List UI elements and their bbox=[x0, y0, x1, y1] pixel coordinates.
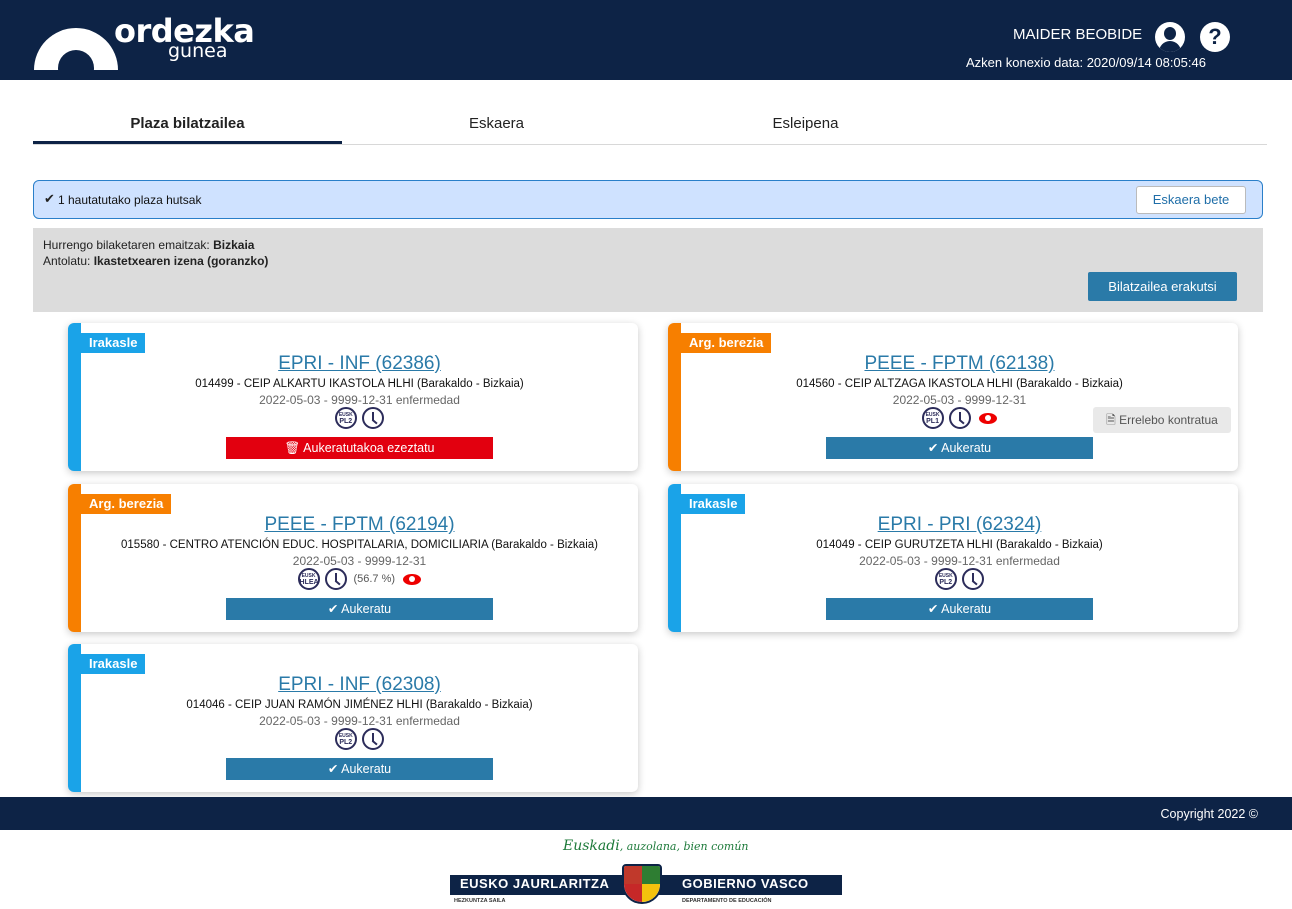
vacancy-dates: 2022-05-03 - 9999-12-31 bbox=[292, 554, 427, 568]
vacancy-card: Irakasle EPRI - INF (62308) 014046 - CEI… bbox=[68, 644, 638, 792]
vacancy-card: Irakasle EPRI - PRI (62324) 014049 - CEI… bbox=[668, 484, 1238, 632]
coat-of-arms-icon bbox=[622, 864, 662, 904]
card-type-tag: Irakasle bbox=[681, 494, 746, 514]
eye-icon[interactable] bbox=[403, 573, 422, 585]
school-name: 014560 - CEIP ALTZAGA IKASTOLA HLHI (Bar… bbox=[796, 378, 1123, 390]
gov-name-basque: EUSKO JAURLARITZA bbox=[460, 876, 610, 891]
card-type-tag: Arg. berezia bbox=[681, 333, 772, 353]
errelebo-kontratua-button[interactable]: 🗎 Errelebo kontratua bbox=[1093, 407, 1231, 433]
tab-esleipena[interactable]: Esleipena bbox=[651, 104, 960, 144]
vacancy-card: Irakasle EPRI - INF (62386) 014499 - CEI… bbox=[68, 323, 638, 471]
card-icons: EUSK PL2 bbox=[81, 728, 638, 750]
eye-icon[interactable] bbox=[979, 412, 998, 424]
card-stripe bbox=[68, 484, 81, 632]
language-profile-icon: EUSK PL1 bbox=[921, 407, 944, 429]
vacancy-dates: 2022-05-03 - 9999-12-31 enfermedad bbox=[259, 393, 460, 407]
vacancy-card: Arg. berezia PEEE - FPTM (62194) 015580 … bbox=[68, 484, 638, 632]
app-header: ordezka gunea MAIDER BEOBIDE ? Azken kon… bbox=[0, 0, 1292, 80]
vacancy-code-link[interactable]: EPRI - INF (62386) bbox=[81, 353, 638, 375]
help-icon[interactable]: ? bbox=[1200, 22, 1230, 52]
vacancy-code-link[interactable]: PEEE - FPTM (62194) bbox=[81, 514, 638, 536]
vacancy-code-link[interactable]: EPRI - INF (62308) bbox=[81, 674, 638, 696]
vacancy-card: Arg. berezia PEEE - FPTM (62138) 014560 … bbox=[668, 323, 1238, 471]
language-profile-icon: EUSK PL2 bbox=[934, 568, 957, 590]
school-name: 014499 - CEIP ALKARTU IKASTOLA HLHI (Bar… bbox=[195, 378, 524, 390]
select-button[interactable]: ✔ Aukeratu bbox=[826, 437, 1093, 459]
percentage-text: (56.7 %) bbox=[353, 573, 396, 585]
vacancy-dates: 2022-05-03 - 9999-12-31 enfermedad bbox=[859, 554, 1060, 568]
sort-label: Antolatu: bbox=[43, 254, 94, 268]
gov-name-spanish: GOBIERNO VASCO bbox=[682, 876, 809, 891]
motto-rest: , auzolana, bien común bbox=[619, 840, 749, 853]
vacancy-code-link[interactable]: PEEE - FPTM (62138) bbox=[681, 353, 1238, 375]
user-profile-icon[interactable] bbox=[1155, 22, 1185, 52]
show-search-button[interactable]: Bilatzailea erakutsi bbox=[1088, 272, 1237, 301]
card-stripe bbox=[668, 484, 681, 632]
tab-eskaera[interactable]: Eskaera bbox=[342, 104, 651, 144]
select-button[interactable]: ✔ Aukeratu bbox=[226, 598, 493, 620]
main-tabs: Plaza bilatzailea Eskaera Esleipena bbox=[33, 104, 1267, 145]
selection-text: 1 hautatutako plaza hutsak bbox=[58, 193, 202, 207]
motto-text: Euskadi, auzolana, bien común bbox=[563, 838, 749, 854]
eskaera-bete-button[interactable]: Eskaera bete bbox=[1136, 186, 1246, 214]
language-profile-icon: EUSK HLEA bbox=[297, 568, 320, 590]
logo-arc-icon bbox=[34, 28, 118, 70]
sort-value: Ikastetxearen izena (goranzko) bbox=[93, 254, 269, 268]
clock-icon bbox=[362, 407, 385, 429]
card-stripe bbox=[68, 323, 81, 471]
school-name: 014049 - CEIP GURUTZETA HLHI (Barakaldo … bbox=[816, 539, 1103, 551]
card-type-tag: Arg. berezia bbox=[81, 494, 172, 514]
sort-line: Antolatu: Ikastetxearen izena (goranzko) bbox=[43, 254, 268, 268]
cancel-selection-button[interactable]: 🗑 Aukeratutakoa ezeztatu bbox=[226, 437, 493, 459]
card-type-tag: Irakasle bbox=[81, 333, 146, 353]
search-info-panel: Hurrengo bilaketaren emaitzak: Bizkaia A… bbox=[33, 228, 1263, 312]
clock-icon bbox=[962, 568, 985, 590]
logo-word-gunea: gunea bbox=[168, 40, 228, 62]
vacancy-dates: 2022-05-03 - 9999-12-31 bbox=[892, 393, 1027, 407]
card-icons: EUSK HLEA (56.7 %) bbox=[81, 568, 638, 590]
copyright-text: Copyright 2022 © bbox=[1160, 807, 1258, 821]
ordezka-gunea-logo[interactable]: ordezka gunea bbox=[34, 10, 294, 70]
check-icon: ✔ bbox=[44, 191, 55, 206]
results-label: Hurrengo bilaketaren emaitzak: bbox=[43, 238, 214, 252]
select-button[interactable]: ✔ Aukeratu bbox=[226, 758, 493, 780]
selection-alert: ✔ 1 hautatutako plaza hutsak Eskaera bet… bbox=[33, 180, 1263, 219]
clock-icon bbox=[324, 568, 347, 590]
vacancy-code-link[interactable]: EPRI - PRI (62324) bbox=[681, 514, 1238, 536]
clock-icon bbox=[362, 728, 385, 750]
card-type-tag: Irakasle bbox=[81, 654, 146, 674]
card-stripe bbox=[668, 323, 681, 471]
clock-icon bbox=[949, 407, 971, 429]
user-name: MAIDER BEOBIDE bbox=[1013, 26, 1143, 43]
tab-plaza-bilatzailea[interactable]: Plaza bilatzailea bbox=[33, 104, 342, 144]
results-value: Bizkaia bbox=[213, 238, 255, 252]
motto-bold: Euskadi bbox=[563, 838, 620, 854]
department-basque: HEZKUNTZA SAILA bbox=[454, 898, 506, 904]
school-name: 015580 - CENTRO ATENCIÓN EDUC. HOSPITALA… bbox=[121, 539, 598, 551]
basque-government-logo: Euskadi, auzolana, bien común EUSKO JAUR… bbox=[450, 838, 842, 909]
last-connection-date: Azken konexio data: 2020/09/14 08:05:46 bbox=[966, 55, 1206, 70]
language-profile-icon: EUSK PL2 bbox=[334, 407, 357, 429]
card-icons: EUSK PL2 bbox=[681, 568, 1238, 590]
vacancy-dates: 2022-05-03 - 9999-12-31 enfermedad bbox=[259, 714, 460, 728]
results-line: Hurrengo bilaketaren emaitzak: Bizkaia bbox=[43, 238, 254, 252]
language-profile-icon: EUSK PL2 bbox=[334, 728, 357, 750]
school-name: 014046 - CEIP JUAN RAMÓN JIMÉNEZ HLHI (B… bbox=[186, 699, 533, 711]
card-stripe bbox=[68, 644, 81, 792]
department-spanish: DEPARTAMENTO DE EDUCACIÓN bbox=[682, 898, 772, 904]
footer-bar: Copyright 2022 © bbox=[0, 797, 1292, 830]
select-button[interactable]: ✔ Aukeratu bbox=[826, 598, 1093, 620]
card-icons: EUSK PL2 bbox=[81, 407, 638, 429]
